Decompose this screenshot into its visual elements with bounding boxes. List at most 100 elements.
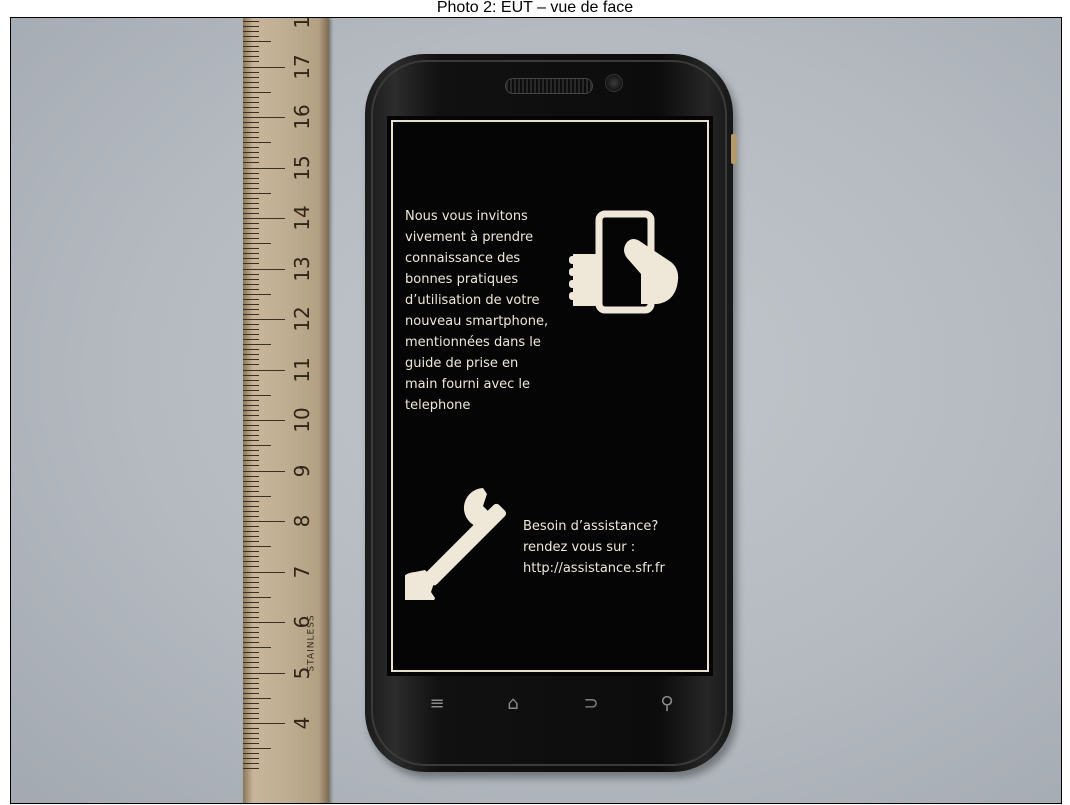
ruler-tick [243,712,259,714]
ruler-tick [243,455,259,457]
ruler-tick [243,647,271,649]
ruler-tick [243,167,285,169]
ruler-tick [243,404,259,406]
ruler-tick [243,409,259,411]
ruler-tick [243,642,259,644]
ruler-number: 18 [290,18,314,29]
ruler-tick [243,197,259,199]
ruler-tick [243,202,259,204]
ruler-tick [243,526,259,528]
ruler-tick [243,627,259,629]
ruler-tick [243,738,259,740]
ruler-tick [243,238,259,240]
back-icon[interactable]: ⊃ [577,692,605,716]
ruler-number: 11 [290,356,314,383]
ruler-tick [243,228,259,230]
ruler-tick [243,541,259,543]
ruler-tick [243,258,259,260]
home-icon[interactable]: ⌂ [499,692,527,716]
search-icon[interactable]: ⚲ [653,692,681,716]
ruler-tick [243,465,259,467]
ruler-tick [243,768,259,770]
ruler-tick [243,212,259,214]
ruler-tick [243,702,259,704]
front-camera [605,74,623,92]
ruler-tick [243,334,259,336]
ruler-tick [243,324,259,326]
ruler-tick [243,394,271,396]
smartphone: Nous vous invitons vivement à prendre co… [365,54,737,772]
ruler-number: 9 [290,464,314,477]
ruler-tick [243,510,259,512]
ruler-tick [243,339,259,341]
ruler-tick [243,71,259,73]
ruler-tick [243,308,259,310]
ruler-tick [243,132,259,134]
ruler-tick [243,662,259,664]
ruler-tick [243,147,259,149]
ruler-tick [243,379,259,381]
ruler-tick [243,566,259,568]
ruler-tick [243,243,271,245]
ruler-tick [243,546,271,548]
ruler-tick [243,233,259,235]
ruler-tick [243,182,259,184]
ruler-tick [243,223,259,225]
ruler-tick [243,278,259,280]
ruler-tick [243,349,259,351]
ruler-tick [243,111,259,113]
ruler-tick [243,31,259,33]
ruler-number: 12 [290,306,314,332]
ruler-tick [243,556,259,558]
ruler-tick [243,687,259,689]
hand-holding-phone-icon [569,210,679,314]
ruler-tick [243,743,259,745]
ruler-tick [243,263,259,265]
ruler-tick [243,298,259,300]
ruler-tick [243,117,285,118]
ruler-tick [243,187,259,189]
ruler-tick [243,581,259,583]
ruler-tick [243,389,259,391]
ruler-tick [243,682,259,684]
ruler-tick [243,56,259,58]
ruler-tick [243,344,271,346]
ruler-tick [243,611,259,613]
ruler-number: 7 [290,565,314,578]
ruler-tick [243,561,259,563]
ruler-tick [243,399,259,401]
ruler-tick [243,61,259,63]
ruler-tick [243,733,259,735]
ruler-tick [243,76,259,78]
ruler-tick [243,692,259,694]
ruler-number: 15 [290,154,314,181]
assistance-message: Besoin d’assistance? rendez vous sur : h… [523,519,665,576]
ruler-tick [243,672,285,674]
photo-caption: Photo 2: EUT – vue de face [436,0,634,16]
ruler-number: 13 [290,255,314,282]
ruler-tick [243,329,259,331]
ruler-number: 14 [290,205,314,231]
ruler-tick [243,717,259,719]
ruler-tick [243,723,285,724]
ruler-tick [243,253,259,255]
ruler-tick [243,46,259,48]
ruler-tick [243,707,259,709]
ruler-tick [243,753,259,755]
ruler-tick [243,172,259,174]
ruler-tick [243,531,259,533]
ruler-number: 5 [290,666,314,679]
menu-icon[interactable]: ≡ [423,692,451,716]
ruler-tick [243,485,259,487]
ruler-tick [243,480,259,482]
ruler-tick [243,248,259,250]
ruler-tick [243,758,259,760]
ruler-number: 16 [290,104,314,130]
ruler-tick [243,637,259,639]
ruler-number: 17 [290,53,314,80]
earpiece-speaker [505,78,593,94]
ruler-tick [243,515,259,517]
ruler-tick [243,127,259,129]
ruler-tick [243,697,271,699]
ruler-tick [243,591,259,593]
